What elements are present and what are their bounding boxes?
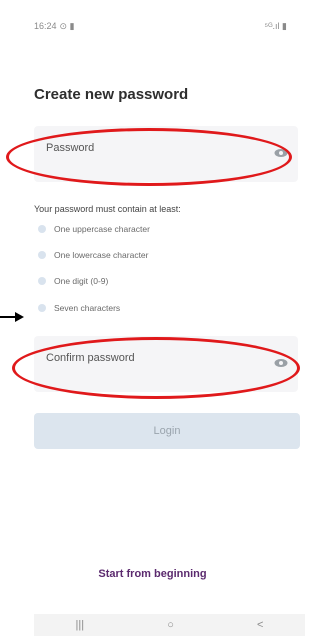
requirement-label: One lowercase character bbox=[54, 250, 149, 260]
status-left: 16:24 ⊙ ▮ bbox=[34, 21, 75, 32]
requirement-label: One uppercase character bbox=[54, 224, 150, 234]
status-right: ⁵ᴳ.ıl ▮ bbox=[264, 21, 287, 32]
navigation-bar: ||| ○ < bbox=[34, 614, 305, 636]
requirement-uppercase: One uppercase character bbox=[38, 224, 150, 234]
requirement-label: Seven characters bbox=[54, 303, 121, 313]
requirement-lowercase: One lowercase character bbox=[38, 250, 149, 260]
requirement-dot bbox=[38, 304, 46, 312]
status-time: 16:24 bbox=[34, 21, 57, 31]
requirement-dot bbox=[38, 251, 46, 259]
start-from-beginning-link[interactable]: Start from beginning bbox=[0, 568, 305, 580]
status-bar: 16:24 ⊙ ▮ ⁵ᴳ.ıl ▮ bbox=[34, 18, 287, 34]
login-button[interactable]: Login bbox=[34, 413, 300, 449]
back-icon[interactable]: < bbox=[257, 619, 263, 631]
home-icon[interactable]: ○ bbox=[167, 619, 174, 631]
annotation-arrow-icon bbox=[0, 312, 24, 322]
recents-icon[interactable]: ||| bbox=[76, 619, 85, 631]
requirement-dot bbox=[38, 277, 46, 285]
requirement-digit: One digit (0-9) bbox=[38, 276, 108, 286]
signal-battery-icons: ⁵ᴳ.ıl ▮ bbox=[264, 20, 287, 31]
requirement-label: One digit (0-9) bbox=[54, 276, 109, 286]
annotation-ellipse-password bbox=[6, 128, 292, 186]
requirement-length: Seven characters bbox=[38, 303, 120, 313]
status-icons-left: ⊙ ▮ bbox=[59, 20, 75, 31]
requirements-title: Your password must contain at least: bbox=[34, 204, 181, 214]
page-title: Create new password bbox=[34, 86, 189, 103]
requirement-dot bbox=[38, 225, 46, 233]
annotation-ellipse-confirm bbox=[12, 337, 300, 399]
